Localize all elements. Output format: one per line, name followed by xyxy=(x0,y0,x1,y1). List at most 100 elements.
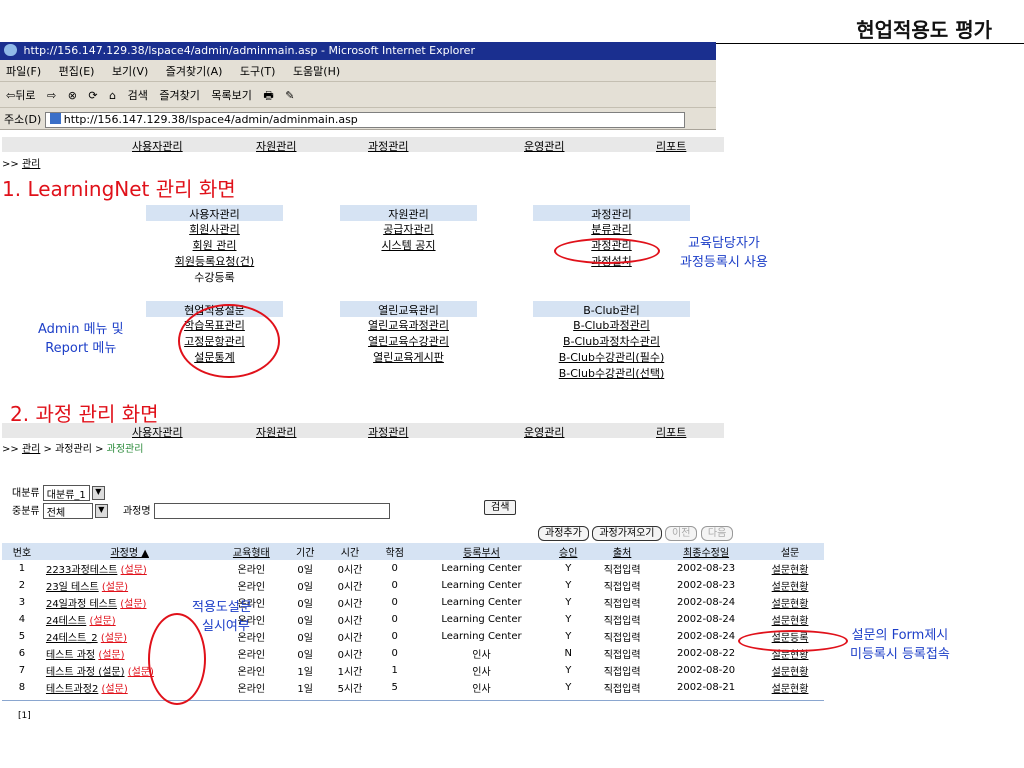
middle-select[interactable]: 전체 xyxy=(42,503,93,519)
next-button[interactable]: 다음 xyxy=(700,526,734,541)
stop-button[interactable]: ⊗ xyxy=(68,89,77,102)
course-name-link[interactable]: 테스트 과정 (설문) xyxy=(46,667,125,678)
home-button[interactable]: ⌂ xyxy=(109,89,116,102)
course-name-link[interactable]: 23일 테스트 xyxy=(46,582,99,593)
survey-tag-link[interactable]: (설문) xyxy=(98,650,124,661)
forward-button[interactable]: ⇨ xyxy=(47,89,56,102)
survey-tag-link[interactable]: (설문) xyxy=(121,565,147,576)
survey-status-link[interactable]: 설문현황 xyxy=(756,679,824,696)
menu-open-board[interactable]: 열린교육게시판 xyxy=(340,349,477,365)
menu-bclub-required[interactable]: B-Club수강관리(필수) xyxy=(533,349,690,365)
survey-status-link[interactable]: 설문현황 xyxy=(756,560,824,577)
col-date[interactable]: 최종수정일 xyxy=(656,543,757,560)
favorites-button[interactable]: 즐겨찾기 xyxy=(159,89,199,102)
search-button[interactable]: 검색 xyxy=(128,89,148,102)
menu-enroll[interactable]: 수강등록 xyxy=(146,269,283,285)
chevron-down-icon[interactable]: ▼ xyxy=(91,486,105,500)
menu-bclub-optional[interactable]: B-Club수강관리(선택) xyxy=(533,365,690,381)
cell-no: 5 xyxy=(18,631,26,642)
cell-period: 1일 xyxy=(297,667,313,678)
print-icon[interactable]: 🖶 xyxy=(263,89,273,102)
col-name[interactable]: 과정명 ▲ xyxy=(41,543,218,560)
cell-dept: Learning Center xyxy=(441,597,522,608)
cell-no: 3 xyxy=(18,597,26,608)
table-row: 1 2233과정테스트 (설문) 온라인 0일 0시간 0 Learning Center Y… xyxy=(2,560,824,577)
menu-file[interactable]: 파일(F) xyxy=(6,65,41,78)
col-type[interactable]: 교육형태 xyxy=(217,543,286,560)
menu-help[interactable]: 도움말(H) xyxy=(293,65,340,78)
survey-status-link[interactable]: 설문현황 xyxy=(756,662,824,679)
edit-icon[interactable]: ✎ xyxy=(285,89,294,102)
browser-menu-bar: 파일(F) 편집(E) 보기(V) 즐겨찾기(A) 도구(T) 도움말(H) xyxy=(0,60,716,82)
menu-member-manage[interactable]: 회원 관리 xyxy=(146,237,283,253)
course-table: 번호 과정명 ▲ 교육형태 기간 시간 학점 등록부서 승인 출처 최종수정일 … xyxy=(2,543,824,696)
survey-tag-link[interactable]: (설문) xyxy=(120,599,146,610)
add-course-button[interactable]: 과정추가 xyxy=(538,526,589,541)
cell-period: 0일 xyxy=(297,565,313,576)
nav2-course-mgmt[interactable]: 과정관리 xyxy=(368,424,408,440)
menu-member-request[interactable]: 회원등록요청(건) xyxy=(146,253,283,269)
col-no: 번호 xyxy=(2,543,42,560)
nav-operation-mgmt[interactable]: 운영관리 xyxy=(524,138,564,154)
nav-course-mgmt[interactable]: 과정관리 xyxy=(368,138,408,154)
breadcrumb2-home-link[interactable]: 관리 xyxy=(22,444,40,455)
course-name-link[interactable]: 24테스트_2 xyxy=(46,633,98,644)
nav-resource-mgmt[interactable]: 자원관리 xyxy=(256,138,296,154)
browser-toolbar: ⇦뒤로 ⇨ ⊗ ⟳ ⌂ 검색 즐겨찾기 목록보기 🖶 ✎ xyxy=(0,82,716,108)
survey-tag-link[interactable]: (설문) xyxy=(101,633,127,644)
history-button[interactable]: 목록보기 xyxy=(211,89,251,102)
menu-bclub-round[interactable]: B-Club과정차수관리 xyxy=(533,333,690,349)
menu-tools[interactable]: 도구(T) xyxy=(240,65,276,78)
survey-status-link[interactable]: 설문현황 xyxy=(756,611,824,628)
course-name-input[interactable] xyxy=(153,503,390,519)
table-row: 4 24테스트 (설문) 온라인 0일 0시간 0 Learning Center Y 직접입력… xyxy=(2,611,824,628)
course-name-link[interactable]: 24일과정 테스트 xyxy=(46,599,117,610)
search-button[interactable]: 검색 xyxy=(484,500,517,515)
menu-edit[interactable]: 편집(E) xyxy=(59,65,95,78)
menu-open-enroll[interactable]: 열린교육수강관리 xyxy=(340,333,477,349)
cell-source: 직접입력 xyxy=(603,650,641,661)
col-approve[interactable]: 승인 xyxy=(548,543,589,560)
survey-tag-link[interactable]: (설문) xyxy=(102,684,128,695)
menu-system-notice[interactable]: 시스템 공지 xyxy=(340,237,477,253)
cell-date: 2002-08-21 xyxy=(677,682,736,693)
menu-view[interactable]: 보기(V) xyxy=(112,65,148,78)
menu-category[interactable]: 분류관리 xyxy=(533,221,690,237)
nav-report[interactable]: 리포트 xyxy=(656,138,686,154)
col-dept[interactable]: 등록부서 xyxy=(414,543,549,560)
nav-user-mgmt[interactable]: 사용자관리 xyxy=(132,138,183,154)
annotation-survey-form: 설문의 Form제시 미등록시 등록접속 xyxy=(850,628,950,662)
menu-member-company[interactable]: 회원사관리 xyxy=(146,221,283,237)
nav2-operation-mgmt[interactable]: 운영관리 xyxy=(524,424,564,440)
course-name-link[interactable]: 2233과정테스트 xyxy=(46,565,117,576)
filter-major-row: 대분류 대분류_1 ▼ xyxy=(12,484,105,501)
nav2-report[interactable]: 리포트 xyxy=(656,424,686,440)
nav2-user-mgmt[interactable]: 사용자관리 xyxy=(132,424,183,440)
menu-open-course[interactable]: 열린교육과정관리 xyxy=(340,317,477,333)
pager[interactable]: [1] xyxy=(18,711,31,719)
cell-approve: Y xyxy=(565,631,572,642)
refresh-button[interactable]: ⟳ xyxy=(88,89,97,102)
survey-status-link[interactable]: 설문현황 xyxy=(756,577,824,594)
menu-bclub-course[interactable]: B-Club과정관리 xyxy=(533,317,690,333)
cell-date: 2002-08-20 xyxy=(677,665,736,676)
prev-button[interactable]: 이전 xyxy=(665,526,698,541)
course-name-link[interactable]: 테스트과정2 xyxy=(46,684,98,695)
menu-supplier[interactable]: 공급자관리 xyxy=(340,221,477,237)
import-course-button[interactable]: 과정가져오기 xyxy=(592,526,662,541)
survey-tag-link[interactable]: (설문) xyxy=(102,582,128,593)
breadcrumb-home-link[interactable]: 관리 xyxy=(22,159,40,170)
cell-dept: Learning Center xyxy=(441,580,522,591)
address-input[interactable]: http://156.147.129.38/lspace4/admin/admi… xyxy=(44,112,685,128)
course-name-link[interactable]: 24테스트 xyxy=(46,616,86,627)
chevron-down-icon[interactable]: ▼ xyxy=(94,504,108,518)
col-source[interactable]: 출처 xyxy=(588,543,657,560)
menu-favorites[interactable]: 즐겨찾기(A) xyxy=(166,65,223,78)
survey-status-link[interactable]: 설문현황 xyxy=(756,594,824,611)
nav2-resource-mgmt[interactable]: 자원관리 xyxy=(256,424,296,440)
cell-no: 4 xyxy=(18,614,26,625)
survey-tag-link[interactable]: (설문) xyxy=(89,616,115,627)
course-name-link[interactable]: 테스트 과정 xyxy=(46,650,95,661)
back-button[interactable]: ⇦뒤로 xyxy=(6,89,35,102)
major-select[interactable]: 대분류_1 xyxy=(42,485,90,501)
